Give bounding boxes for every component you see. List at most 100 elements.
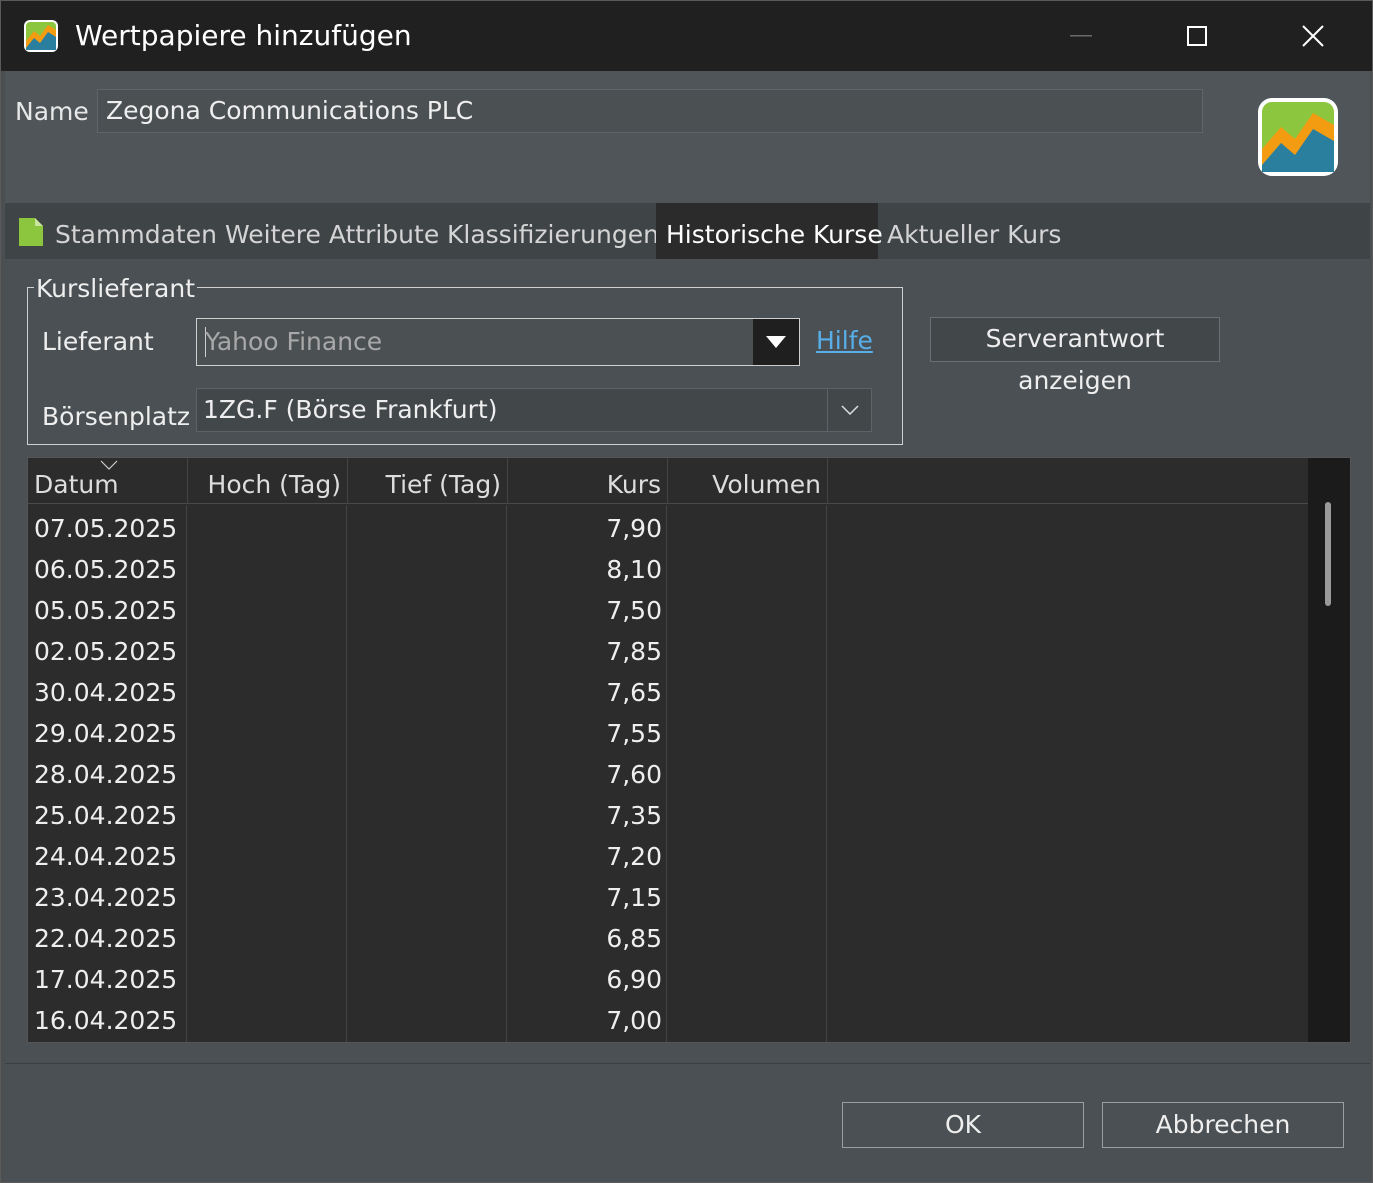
cell-volumen <box>668 587 828 628</box>
column-header-volumen[interactable]: Volumen <box>668 458 828 504</box>
cancel-button[interactable]: Abbrechen <box>1102 1102 1344 1148</box>
cell-tief <box>348 956 508 997</box>
cell-kurs: 6,85 <box>606 924 662 953</box>
cell-volumen <box>668 505 828 546</box>
scrollbar-thumb[interactable] <box>1325 502 1331 606</box>
cell-tief <box>348 669 508 710</box>
lieferant-combobox[interactable]: Yahoo Finance <box>196 318 800 366</box>
lieferant-value[interactable]: Yahoo Finance <box>205 325 382 359</box>
cell-volumen <box>668 833 828 874</box>
table-row[interactable]: 23.04.2025 7,15 <box>28 874 1308 915</box>
tab-klassifizierungen[interactable]: Klassifizierungen <box>437 203 669 259</box>
minimize-button[interactable] <box>1023 1 1139 71</box>
column-header-hoch[interactable]: Hoch (Tag) <box>188 458 348 504</box>
table-row[interactable]: 05.05.2025 7,50 <box>28 587 1308 628</box>
document-icon <box>19 218 43 246</box>
cell-datum: 17.04.2025 <box>34 965 178 994</box>
cell-volumen <box>668 874 828 915</box>
sort-descending-icon <box>100 460 118 470</box>
lieferant-dropdown-button[interactable] <box>753 319 799 365</box>
column-header-datum[interactable]: Datum <box>28 458 188 504</box>
title-bar: Wertpapiere hinzufügen <box>1 1 1372 71</box>
cell-hoch <box>188 587 348 628</box>
column-header-tief[interactable]: Tief (Tag) <box>348 458 508 504</box>
tab-historische-kurse[interactable]: Historische Kurse <box>656 203 883 259</box>
table-row[interactable]: 06.05.2025 8,10 <box>28 546 1308 587</box>
cell-hoch <box>188 669 348 710</box>
table-body: 07.05.2025 7,90 06.05.2025 8,10 05.05.2025 7,… <box>28 505 1308 1042</box>
tab-weitere-attribute[interactable]: Weitere Attribute <box>215 203 449 259</box>
cell-volumen <box>668 915 828 956</box>
cell-hoch <box>188 505 348 546</box>
security-header: Name Zegona Communications PLC <box>5 71 1370 203</box>
boersenplatz-select[interactable]: 1ZG.F (Börse Frankfurt) <box>196 388 872 432</box>
cell-datum: 22.04.2025 <box>34 924 178 953</box>
ok-button[interactable]: OK <box>842 1102 1084 1148</box>
cell-volumen <box>668 751 828 792</box>
vertical-scrollbar[interactable] <box>1308 458 1350 1042</box>
price-history-table: Datum Hoch (Tag) Tief (Tag) Kurs Volumen… <box>27 457 1351 1043</box>
cell-tief <box>348 792 508 833</box>
cell-kurs: 7,90 <box>606 514 662 543</box>
help-link[interactable]: Hilfe <box>816 324 873 358</box>
cell-datum: 24.04.2025 <box>34 842 178 871</box>
table-row[interactable]: 17.04.2025 6,90 <box>28 956 1308 997</box>
cell-hoch <box>188 628 348 669</box>
table-row[interactable]: 28.04.2025 7,60 <box>28 751 1308 792</box>
cell-tief <box>348 546 508 587</box>
cell-hoch <box>188 792 348 833</box>
server-response-button[interactable]: Serverantwort anzeigen <box>930 317 1220 395</box>
close-button[interactable] <box>1255 1 1371 71</box>
dialog-window: Wertpapiere hinzufügen Name Zegona Commu… <box>0 0 1373 1183</box>
cell-hoch <box>188 874 348 915</box>
cell-datum: 30.04.2025 <box>34 678 178 707</box>
provider-group-title: Kurslieferant <box>34 274 197 304</box>
cell-volumen <box>668 628 828 669</box>
cell-hoch <box>188 710 348 751</box>
cell-tief <box>348 997 508 1038</box>
tab-stammdaten[interactable]: Stammdaten <box>45 203 227 259</box>
cell-tief <box>348 833 508 874</box>
cell-volumen <box>668 956 828 997</box>
cell-datum: 23.04.2025 <box>34 883 178 912</box>
cell-kurs: 7,20 <box>606 842 662 871</box>
tab-content: Kurslieferant Lieferant Yahoo Finance Hi… <box>5 259 1370 1063</box>
cell-hoch <box>188 956 348 997</box>
cell-kurs: 7,65 <box>606 678 662 707</box>
table-row[interactable]: 24.04.2025 7,20 <box>28 833 1308 874</box>
table-row[interactable]: 16.04.2025 7,00 <box>28 997 1308 1038</box>
cell-kurs: 7,00 <box>606 1006 662 1035</box>
cell-hoch <box>188 997 348 1038</box>
table-row[interactable]: 25.04.2025 7,35 <box>28 792 1308 833</box>
cell-volumen <box>668 669 828 710</box>
cell-datum: 02.05.2025 <box>34 637 178 666</box>
cell-kurs: 7,35 <box>606 801 662 830</box>
cell-tief <box>348 751 508 792</box>
table-row[interactable]: 02.05.2025 7,85 <box>28 628 1308 669</box>
column-header-kurs[interactable]: Kurs <box>508 458 668 504</box>
boersenplatz-dropdown-button[interactable] <box>827 389 871 431</box>
dialog-footer: OK Abbrechen <box>5 1063 1370 1182</box>
name-input[interactable]: Zegona Communications PLC <box>97 89 1203 133</box>
cell-hoch <box>188 546 348 587</box>
portfolio-logo-icon <box>1258 98 1338 176</box>
cell-tief <box>348 628 508 669</box>
cell-datum: 28.04.2025 <box>34 760 178 789</box>
cell-datum: 07.05.2025 <box>34 514 178 543</box>
cell-kurs: 7,55 <box>606 719 662 748</box>
cell-datum: 16.04.2025 <box>34 1006 178 1035</box>
table-header: Datum Hoch (Tag) Tief (Tag) Kurs Volumen <box>28 458 1308 504</box>
cell-kurs: 7,50 <box>606 596 662 625</box>
cell-tief <box>348 505 508 546</box>
cell-hoch <box>188 915 348 956</box>
window-title: Wertpapiere hinzufügen <box>75 19 412 52</box>
chevron-down-icon <box>840 405 859 415</box>
table-row[interactable]: 07.05.2025 7,90 <box>28 505 1308 546</box>
maximize-button[interactable] <box>1139 1 1255 71</box>
tab-aktueller-kurs[interactable]: Aktueller Kurs <box>877 203 1071 259</box>
table-row[interactable]: 22.04.2025 6,85 <box>28 915 1308 956</box>
table-row[interactable]: 30.04.2025 7,65 <box>28 669 1308 710</box>
cell-kurs: 7,15 <box>606 883 662 912</box>
table-row[interactable]: 29.04.2025 7,55 <box>28 710 1308 751</box>
column-header-datum-label: Datum <box>34 470 119 499</box>
